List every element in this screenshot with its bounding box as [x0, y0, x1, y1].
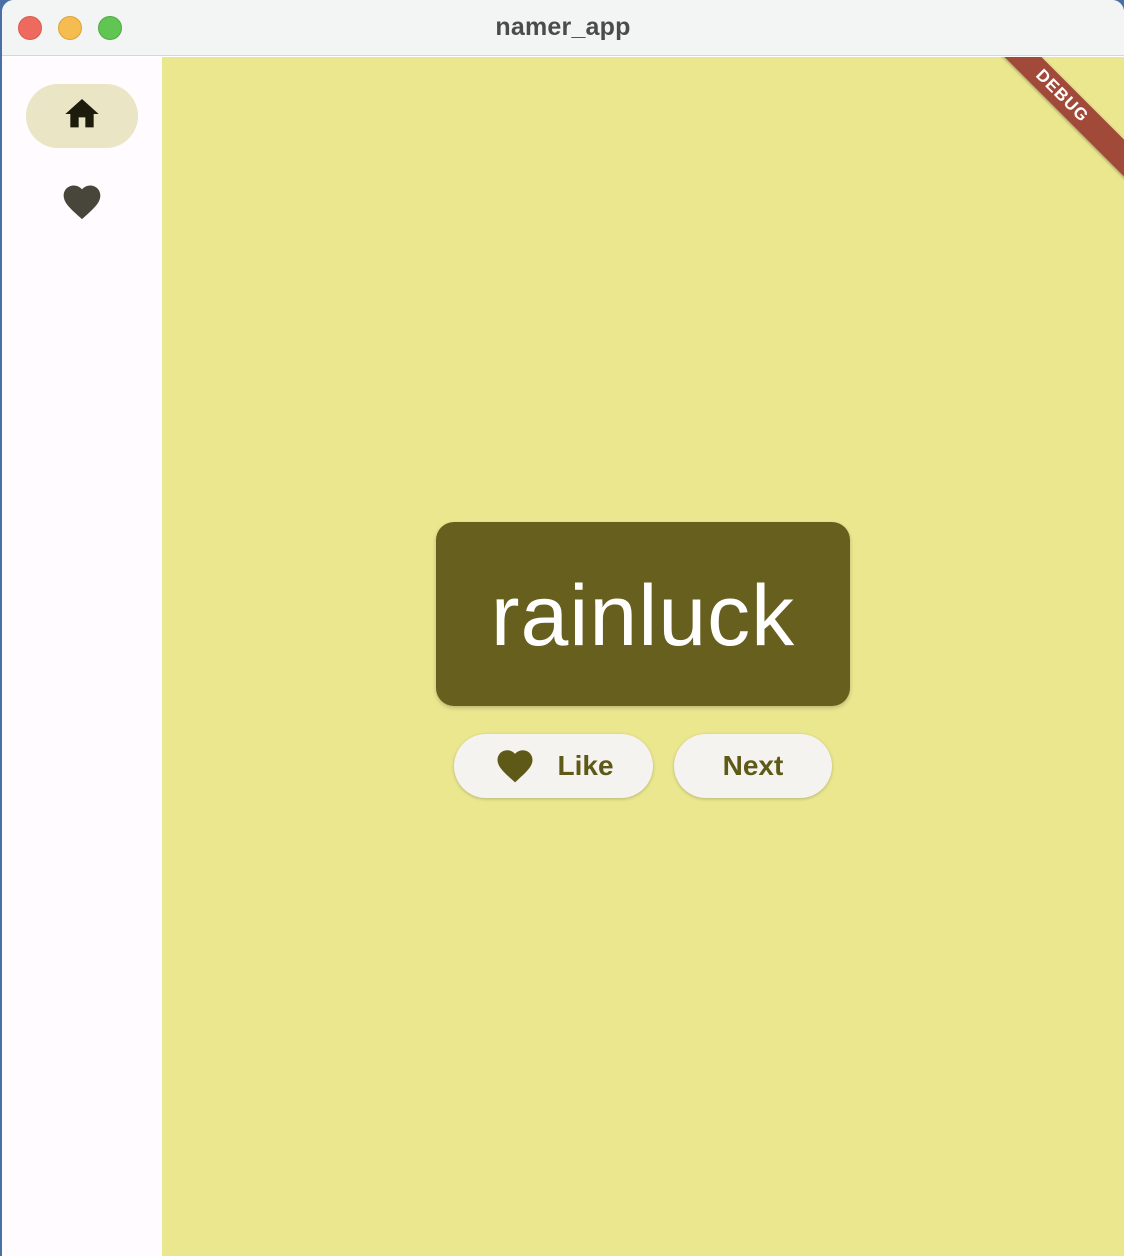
app-window: namer_app DEBUG rainluck Like Next — [2, 0, 1124, 1256]
next-button-label: Next — [722, 750, 784, 781]
word-pair-text: rainluck — [490, 567, 796, 664]
next-button[interactable]: Next — [674, 734, 832, 798]
nav-home[interactable] — [26, 84, 138, 148]
word-pair-card: rainluck — [436, 522, 850, 706]
window-title: namer_app — [495, 13, 631, 41]
debug-banner-label: DEBUG — [1032, 65, 1093, 126]
like-button[interactable]: Like — [454, 734, 653, 798]
like-button-label: Like — [557, 750, 614, 781]
generator-page: DEBUG rainluck Like Next — [162, 57, 1124, 1256]
title-bar: namer_app — [2, 0, 1124, 56]
debug-banner: DEBUG — [967, 57, 1124, 191]
navigation-rail — [2, 57, 162, 1256]
heart-icon — [493, 745, 537, 787]
home-icon — [61, 94, 103, 139]
nav-favorites[interactable] — [26, 172, 138, 236]
heart-icon — [59, 180, 105, 229]
